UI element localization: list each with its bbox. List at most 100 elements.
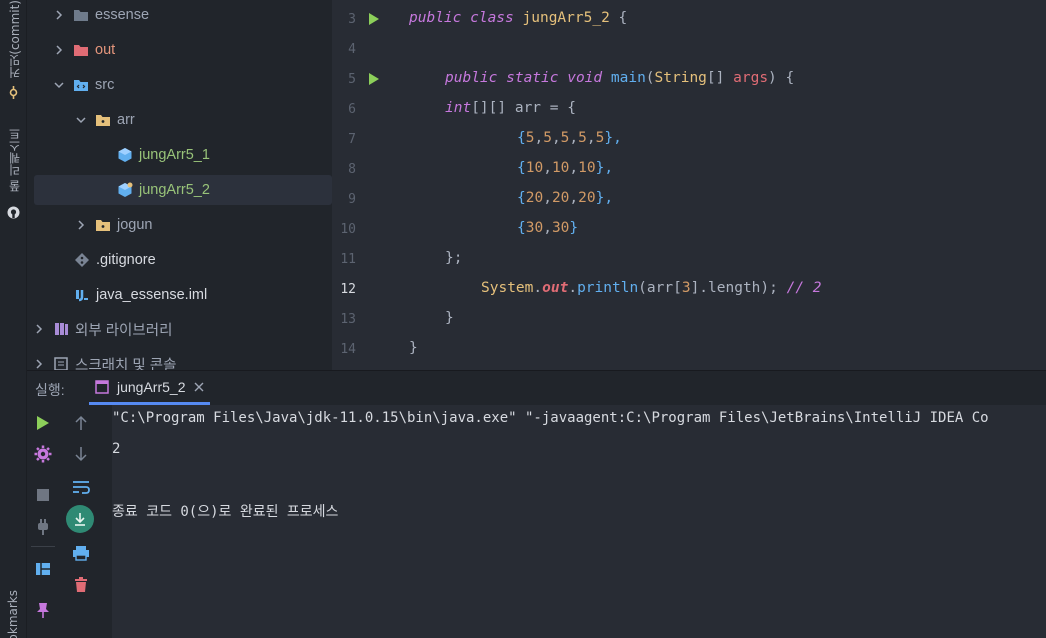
line-number: 11 bbox=[340, 252, 356, 267]
tree-item-scratches[interactable]: 스크래치 및 콘솔 bbox=[27, 349, 325, 370]
run-main-icon[interactable] bbox=[368, 72, 380, 86]
tree-item-label: arr bbox=[117, 112, 135, 128]
layout-button[interactable] bbox=[33, 559, 53, 579]
package-icon bbox=[95, 112, 111, 128]
run-tab[interactable]: jungArr5_2 bbox=[89, 371, 210, 405]
line-number: 7 bbox=[348, 132, 356, 147]
package-icon bbox=[95, 217, 111, 233]
code-line-6: int[][] arr = { bbox=[445, 100, 576, 116]
gear-icon bbox=[34, 445, 52, 463]
stop-icon bbox=[37, 489, 49, 501]
next-occurrence-button[interactable] bbox=[71, 444, 91, 464]
chevron-right-icon[interactable] bbox=[75, 219, 87, 231]
run-toolbar-secondary bbox=[65, 405, 97, 638]
tree-item-gitignore[interactable]: .gitignore bbox=[27, 245, 325, 275]
stop-button[interactable] bbox=[33, 485, 53, 505]
tree-item-iml[interactable]: java_essense.iml bbox=[27, 280, 325, 310]
code-line-8: {10,10,10}, bbox=[517, 160, 614, 176]
tree-item-external-libraries[interactable]: 외부 라이브러리 bbox=[27, 314, 325, 344]
console-line: "C:\Program Files\Java\jdk-11.0.15\bin\j… bbox=[112, 410, 989, 426]
line-number: 12 bbox=[340, 282, 356, 297]
arrow-up-icon bbox=[75, 415, 87, 430]
github-icon bbox=[7, 206, 20, 219]
commit-icon bbox=[9, 86, 18, 99]
toolbar-divider bbox=[31, 546, 55, 547]
code-line-5: public static void main(String[] args) { bbox=[445, 70, 795, 86]
chevron-down-icon[interactable] bbox=[53, 79, 65, 91]
close-icon[interactable] bbox=[194, 382, 204, 392]
bookmarks-tab-label: okmarks bbox=[6, 590, 20, 638]
run-class-icon[interactable] bbox=[368, 12, 380, 26]
run-panel: 실행: jungArr5_2 "C:\Program Files\Java\jd… bbox=[27, 370, 1046, 638]
tree-item-out[interactable]: out bbox=[27, 35, 325, 65]
commit-tool-tab[interactable]: 커밋(commit) bbox=[0, 0, 26, 110]
pull-requests-tool-tab[interactable]: 풀 리퀘스트 bbox=[0, 128, 26, 220]
pin-tab-button[interactable] bbox=[33, 600, 53, 620]
code-line-3: public class jungArr5_2 { bbox=[409, 10, 628, 26]
code-line-7: {5,5,5,5,5}, bbox=[517, 130, 622, 146]
project-tree: essense out src arr jungArr5_1 jungArr5_… bbox=[27, 0, 332, 370]
tree-item-label: 외부 라이브러리 bbox=[75, 322, 173, 339]
code-line-12: System.out.println(arr[3].length); // 2 bbox=[481, 280, 822, 296]
scroll-to-end-button[interactable] bbox=[66, 505, 94, 533]
java-class-icon bbox=[117, 182, 133, 198]
previous-occurrence-button[interactable] bbox=[71, 413, 91, 433]
plug-icon bbox=[38, 519, 48, 535]
code-line-10: {30,30} bbox=[517, 220, 579, 236]
tree-item-label: jungArr5_2 bbox=[139, 182, 210, 198]
code-line-14: } bbox=[409, 340, 418, 356]
bookmarks-tool-tab[interactable]: okmarks bbox=[0, 590, 26, 638]
line-number: 6 bbox=[348, 102, 356, 117]
chevron-down-icon[interactable] bbox=[75, 114, 87, 126]
editor-gutter: 3 4 5 6 7 8 9 10 11 12 13 14 bbox=[332, 0, 435, 370]
chevron-right-icon[interactable] bbox=[53, 44, 65, 56]
trash-icon bbox=[75, 577, 87, 592]
tree-item-label: essense bbox=[95, 7, 150, 23]
module-file-icon bbox=[74, 287, 90, 303]
printer-icon bbox=[73, 546, 89, 561]
line-number: 5 bbox=[348, 72, 356, 87]
console-line: 종료 코드 0(으)로 완료된 프로세스 bbox=[112, 504, 339, 520]
folder-icon bbox=[73, 7, 89, 23]
run-panel-header: 실행: jungArr5_2 bbox=[27, 371, 1046, 405]
console-output[interactable]: "C:\Program Files\Java\jdk-11.0.15\bin\j… bbox=[112, 405, 1046, 638]
tree-item-src[interactable]: src bbox=[27, 70, 325, 100]
rerun-button[interactable] bbox=[33, 413, 53, 433]
console-line: 2 bbox=[112, 441, 121, 457]
chevron-right-icon[interactable] bbox=[53, 9, 65, 21]
attach-debugger-button[interactable] bbox=[33, 517, 53, 537]
print-button[interactable] bbox=[71, 543, 91, 563]
run-toolbar-primary bbox=[27, 405, 59, 638]
line-number: 9 bbox=[348, 192, 356, 207]
layout-icon bbox=[36, 563, 50, 575]
tree-item-label: jungArr5_1 bbox=[139, 147, 210, 163]
arrow-down-icon bbox=[75, 447, 87, 462]
chevron-right-icon[interactable] bbox=[33, 358, 45, 370]
tree-item-jungarr5-2[interactable]: jungArr5_2 bbox=[34, 175, 332, 205]
tree-item-jogun[interactable]: jogun bbox=[27, 210, 325, 240]
pull-requests-tab-label: 풀 리퀘스트 bbox=[8, 128, 22, 192]
line-number: 14 bbox=[340, 342, 356, 357]
code-line-11: }; bbox=[445, 250, 463, 266]
settings-button[interactable] bbox=[33, 444, 53, 464]
tree-item-arr[interactable]: arr bbox=[27, 105, 325, 135]
line-number: 13 bbox=[340, 312, 356, 327]
chevron-right-icon[interactable] bbox=[33, 323, 45, 335]
run-config-icon bbox=[95, 379, 109, 394]
libraries-icon bbox=[53, 321, 69, 337]
code-line-9: {20,20,20}, bbox=[517, 190, 614, 206]
soft-wrap-button[interactable] bbox=[71, 477, 91, 497]
tree-item-label: .gitignore bbox=[96, 252, 156, 268]
line-number: 3 bbox=[348, 12, 356, 27]
tree-item-essense[interactable]: essense bbox=[27, 0, 325, 30]
tree-item-label: java_essense.iml bbox=[96, 287, 208, 303]
line-number: 10 bbox=[340, 222, 356, 237]
scroll-to-end-icon bbox=[75, 513, 85, 526]
code-editor[interactable]: public class jungArr5_2 { public static … bbox=[390, 0, 1046, 370]
tree-item-label: out bbox=[95, 42, 116, 58]
tree-item-label: src bbox=[95, 77, 115, 93]
tree-item-jungarr5-1[interactable]: jungArr5_1 bbox=[27, 140, 325, 170]
clear-all-button[interactable] bbox=[71, 575, 91, 595]
code-line-13: } bbox=[445, 310, 454, 326]
run-label: 실행: bbox=[35, 382, 65, 398]
